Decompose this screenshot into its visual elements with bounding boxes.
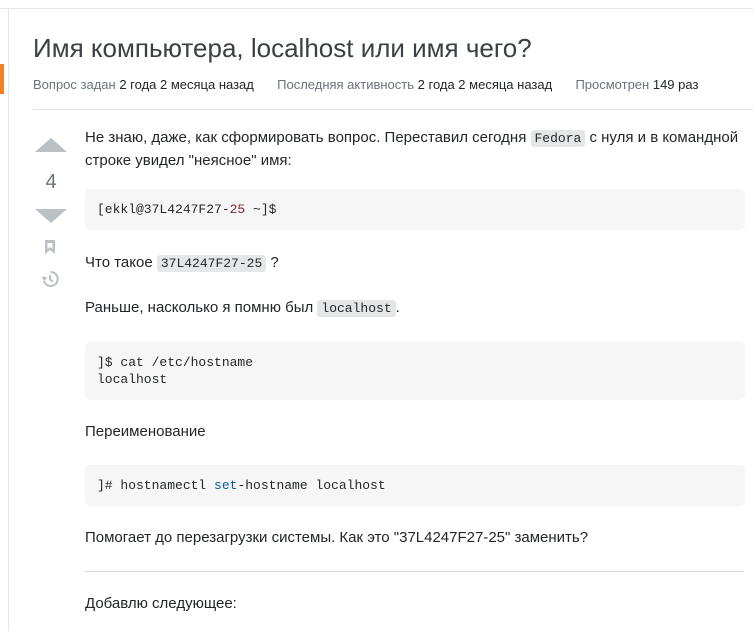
code-number: 25	[229, 202, 246, 217]
code-line: ]$ cat /etc/hostname	[97, 355, 254, 370]
top-bar	[0, 0, 753, 9]
code-text: -hostname localhost	[237, 478, 386, 493]
code-block: [ekkl@37L4247F27-25 ~]$	[85, 189, 745, 230]
code-block: ]$ cat /etc/hostname localhost	[85, 342, 745, 400]
code-text: ]# hostnamectl	[97, 478, 215, 493]
bookmark-icon[interactable]	[45, 240, 55, 254]
active-nav-indicator	[0, 64, 4, 94]
asked-label: Вопрос задан	[33, 77, 116, 92]
paragraph: Помогает до перезагрузки системы. Как эт…	[85, 529, 589, 546]
viewed-label: Просмотрен	[575, 77, 650, 92]
body-divider	[85, 571, 744, 572]
code-text: ~]$	[245, 202, 277, 217]
text: .	[395, 299, 400, 316]
title-divider	[33, 109, 753, 110]
inline-code: Fedora	[530, 130, 586, 147]
code-text: [ekkl@37L4247F27-	[97, 202, 230, 217]
code-block: ]# hostnamectl set-hostname localhost	[85, 465, 745, 506]
asked-value: 2 года 2 месяца назад	[119, 77, 254, 92]
question-meta: Вопрос задан 2 года 2 месяца назад После…	[33, 77, 698, 92]
question-body: Не знаю, даже, как сформировать вопрос. …	[85, 127, 745, 615]
inline-code: localhost	[317, 300, 396, 317]
text: Что такое	[85, 254, 157, 271]
code-keyword: set	[214, 478, 238, 493]
arrow-down-icon[interactable]	[35, 209, 67, 223]
paragraph: Переименование	[85, 423, 206, 440]
left-rail	[8, 9, 9, 631]
vote-count: 4	[45, 171, 57, 193]
paragraph: Что такое 37L4247F27-25 ?	[85, 252, 745, 275]
arrow-up-icon[interactable]	[35, 138, 67, 152]
inline-code: 37L4247F27-25	[156, 255, 267, 272]
active-label: Последняя активность	[277, 77, 415, 92]
text: Раньше, насколько я помню был	[85, 299, 318, 316]
active-value[interactable]: 2 года 2 месяца назад	[418, 77, 553, 92]
question-title[interactable]: Имя компьютера, localhost или имя чего?	[33, 33, 532, 64]
code-line: localhost	[97, 372, 168, 387]
history-icon[interactable]	[41, 270, 59, 288]
paragraph: Добавлю следующее:	[85, 595, 237, 612]
paragraph: Не знаю, даже, как сформировать вопрос. …	[85, 127, 745, 172]
text: Не знаю, даже, как сформировать вопрос. …	[85, 129, 531, 146]
viewed-value: 149 раз	[652, 77, 699, 92]
paragraph: Раньше, насколько я помню был localhost.	[85, 297, 745, 320]
text: ?	[266, 254, 279, 271]
